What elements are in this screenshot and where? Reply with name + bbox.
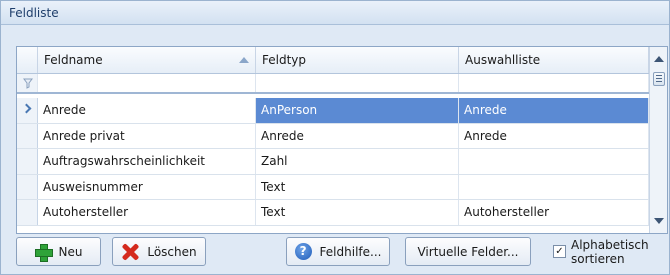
plus-icon: [34, 243, 53, 262]
cell-feldtyp[interactable]: Text: [256, 200, 459, 225]
row-selector[interactable]: [17, 174, 38, 199]
table-row[interactable]: Ausweisnummer Text: [17, 174, 649, 200]
table-row[interactable]: Autohersteller Text Autohersteller: [17, 200, 649, 226]
cell-feldname[interactable]: Autohersteller: [38, 200, 256, 225]
scrollbar-thumb[interactable]: [653, 72, 665, 86]
cell-feldname[interactable]: Ausweisnummer: [38, 174, 256, 199]
grid-header: Feldname Feldtyp Auswahlliste: [17, 47, 649, 74]
cell-auswahlliste[interactable]: Anrede: [459, 123, 649, 148]
table-row[interactable]: Anrede privat Anrede Anrede: [17, 123, 649, 149]
cell-feldtyp[interactable]: Anrede: [256, 123, 459, 148]
checkbox-label-line2: sortieren: [571, 252, 625, 266]
cell-feldtyp[interactable]: Zahl: [256, 149, 459, 174]
row-selector[interactable]: [17, 149, 38, 174]
field-list-panel: Feldliste Feldname Feldtyp Auswahlliste: [0, 0, 670, 275]
field-help-label: Feldhilfe...: [319, 244, 382, 259]
scroll-up-icon[interactable]: [654, 56, 664, 62]
checkbox-box[interactable]: ✓: [553, 245, 566, 258]
filter-input-auswahlliste[interactable]: [459, 74, 649, 92]
chevron-right-icon: [21, 103, 32, 114]
field-grid[interactable]: Feldname Feldtyp Auswahlliste Anrede AnP…: [16, 46, 668, 234]
checkbox-label: Alphabetisch sortieren: [571, 238, 649, 266]
row-selector[interactable]: [17, 200, 38, 225]
delete-x-icon: [121, 243, 139, 261]
grid-rows: Anrede AnPerson Anrede Anrede privat Anr…: [17, 98, 649, 226]
new-button-label: Neu: [58, 244, 83, 259]
header-corner: [17, 47, 38, 73]
help-icon: ?: [294, 243, 312, 260]
cell-feldname[interactable]: Anrede privat: [38, 123, 256, 148]
cell-auswahlliste[interactable]: [459, 149, 649, 174]
panel-title: Feldliste: [1, 1, 669, 25]
funnel-icon: [23, 78, 33, 89]
vertical-scrollbar[interactable]: [649, 47, 667, 233]
cell-auswahlliste[interactable]: Autohersteller: [459, 200, 649, 225]
column-header-label: Feldtyp: [262, 53, 307, 67]
filter-row: [17, 74, 649, 94]
cell-feldname[interactable]: Auftragswahrscheinlichkeit: [38, 149, 256, 174]
filter-input-feldname[interactable]: [38, 74, 256, 92]
row-selector[interactable]: [17, 123, 38, 148]
cell-feldtyp[interactable]: Text: [256, 174, 459, 199]
table-row[interactable]: Anrede AnPerson Anrede: [17, 98, 649, 124]
delete-button-label: Löschen: [147, 244, 197, 259]
alphabetical-sort-checkbox[interactable]: ✓ Alphabetisch sortieren: [553, 238, 665, 268]
column-header-auswahlliste[interactable]: Auswahlliste: [459, 47, 649, 73]
scroll-down-icon[interactable]: [654, 218, 664, 224]
column-header-feldtyp[interactable]: Feldtyp: [256, 47, 459, 73]
checkbox-label-line1: Alphabetisch: [571, 238, 649, 252]
row-selector[interactable]: [17, 98, 38, 123]
delete-button[interactable]: Löschen: [112, 237, 206, 266]
new-button[interactable]: Neu: [16, 237, 101, 266]
filter-cell-icon[interactable]: [17, 74, 38, 92]
cell-auswahlliste[interactable]: Anrede: [459, 98, 649, 123]
grid-viewport: Feldname Feldtyp Auswahlliste Anrede AnP…: [17, 47, 649, 233]
field-help-button[interactable]: ? Feldhilfe...: [286, 237, 390, 266]
sort-ascending-icon: [239, 57, 249, 63]
cell-feldname[interactable]: Anrede: [38, 98, 256, 123]
column-header-feldname[interactable]: Feldname: [38, 47, 256, 73]
column-header-label: Feldname: [44, 53, 103, 67]
table-row[interactable]: Auftragswahrscheinlichkeit Zahl: [17, 149, 649, 175]
cell-feldtyp[interactable]: AnPerson: [256, 98, 459, 123]
column-header-label: Auswahlliste: [465, 53, 541, 67]
cell-auswahlliste[interactable]: [459, 174, 649, 199]
virtual-fields-label: Virtuelle Felder...: [417, 244, 519, 259]
virtual-fields-button[interactable]: Virtuelle Felder...: [405, 237, 531, 266]
filter-input-feldtyp[interactable]: [256, 74, 459, 92]
